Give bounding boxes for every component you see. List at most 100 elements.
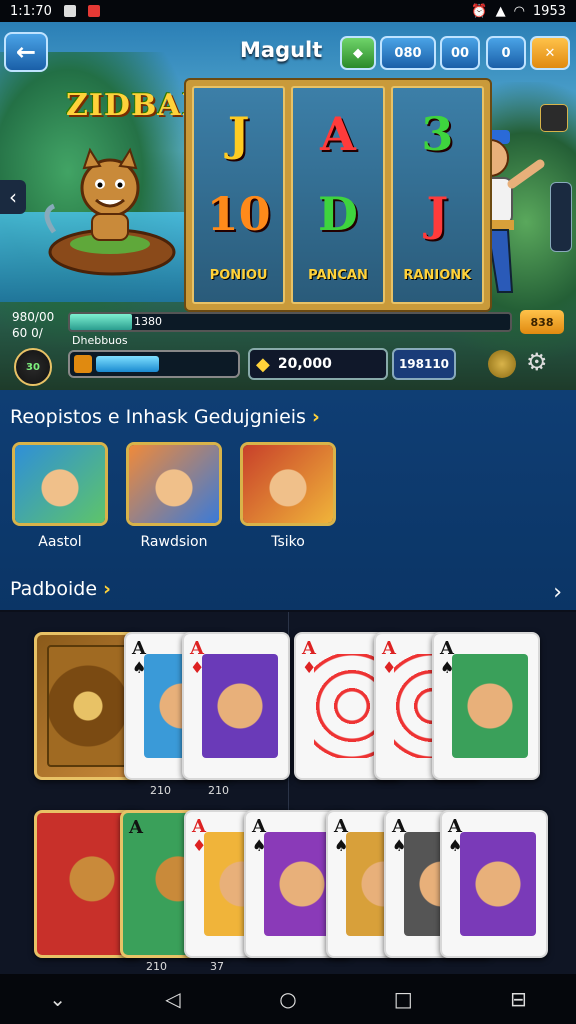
chevron-right-icon: › (312, 406, 320, 428)
energy-icon (74, 355, 92, 373)
energy-fill (96, 356, 159, 372)
cards-area: A ♠ 210 A ♦ 210 A ♦ A ♦ A ♠ A 210 A ♦ 37 A ♠ A ♠ A ♠ A ♠ (0, 612, 576, 974)
reel-symbol-middle: D (318, 187, 358, 242)
top-button-2[interactable]: 00 (440, 36, 480, 70)
xp-progress-fill (70, 314, 132, 330)
see-all-arrow-button[interactable]: › (553, 580, 562, 605)
energy-bar (68, 350, 240, 378)
card-label: 210 (208, 784, 229, 797)
reel-symbol-top: J (227, 107, 250, 162)
card-suit-icon: ♦ (382, 658, 397, 677)
spin-button[interactable] (488, 350, 516, 378)
card-label: 210 (150, 784, 171, 797)
game-thumbnail-2[interactable] (126, 442, 222, 526)
corner-menu-button[interactable] (540, 104, 568, 132)
top-button-1[interactable]: 080 (380, 36, 436, 70)
slot-reels: J 10 PONIOU A D PANCAN 3 J RANIONK (186, 80, 490, 310)
card-art (460, 832, 536, 936)
signal-icon: ▲ (495, 3, 506, 19)
playing-card[interactable]: A ♠ (432, 632, 540, 780)
status-right-text: 1953 (532, 3, 566, 19)
card-rank: A (132, 638, 146, 659)
coin-balance: ◆ 20,000 (248, 348, 388, 380)
close-button[interactable]: ✕ (530, 36, 570, 70)
arrow-left-icon: ← (15, 38, 37, 66)
close-icon: ✕ (544, 45, 556, 61)
card-art (55, 833, 129, 935)
top-button-3[interactable]: 0 (486, 36, 526, 70)
stat-line-1: 980/00 (12, 310, 55, 324)
gear-icon[interactable]: ⚙ (526, 348, 548, 376)
level-badge[interactable]: 30 (14, 348, 52, 386)
alert-icon (87, 5, 100, 17)
recents-nav-icon[interactable]: □ (383, 987, 423, 1011)
card-art (202, 654, 278, 758)
card-rank: A (334, 816, 348, 837)
card-suit-icon: ♠ (252, 836, 267, 855)
game-top-bar: ← Magult ◆ 080 00 0 ✕ (0, 30, 576, 74)
wifi-icon: ◠ (513, 3, 525, 19)
card-rank: A (190, 638, 204, 659)
reel-symbol-top: 3 (421, 107, 454, 162)
card-suit-icon: ♠ (440, 658, 455, 677)
reel-2: A D PANCAN (291, 86, 385, 304)
status-bar: 1:1:70 ⏰ ▲ ◠ 1953 (0, 0, 576, 22)
card-suit-icon: ♦ (192, 836, 207, 855)
slot-game-panel: ← Magult ◆ 080 00 0 ✕ ZIDBAIUS ‹ J 10 PO… (0, 22, 576, 390)
card-suit-icon: ♠ (334, 836, 349, 855)
thumbnail-label-2: Rawdsion (140, 534, 208, 550)
reel-symbol-middle: 10 (206, 187, 271, 242)
thumbnail-label-3: Tsiko (271, 534, 305, 550)
game-thumbnail-1[interactable] (12, 442, 108, 526)
collect-button[interactable]: 838 (520, 310, 564, 334)
side-menu-handle[interactable] (550, 182, 572, 252)
left-stats: 980/00 60 0/ (12, 309, 54, 341)
bet-button[interactable]: 198110 (392, 348, 456, 380)
chevron-down-icon[interactable]: ⌄ (38, 987, 78, 1011)
thumbnail-art (15, 445, 105, 523)
back-nav-icon[interactable]: ◁ (153, 987, 193, 1011)
card-label: 210 (146, 960, 167, 973)
balance-value: 20,000 (277, 356, 332, 372)
featured-section: Reopistos e Inhask Gedujgnieis › Aastol … (0, 390, 576, 610)
card-suit-icon: ♠ (392, 836, 407, 855)
stat-line-2: 60 0/ (12, 326, 43, 340)
screenshot-icon[interactable]: ⊟ (498, 987, 538, 1011)
card-rank: A (192, 816, 206, 837)
card-art (47, 645, 129, 767)
home-nav-icon[interactable]: ○ (268, 987, 308, 1011)
featured-title-text: Reopistos e Inhask Gedujgnieis (10, 406, 306, 428)
cards-section-title: Padboide › (10, 578, 111, 600)
card-suit-icon: ♠ (448, 836, 463, 855)
diamond-icon: ◆ (256, 353, 270, 375)
thumbnail-art (243, 445, 333, 523)
alarm-icon: ⏰ (471, 3, 488, 19)
reel-3: 3 J RANIONK (390, 86, 484, 304)
status-time: 1:1:70 (10, 3, 52, 19)
reel-symbol-top: A (320, 107, 356, 162)
reel-symbol-middle: J (426, 187, 449, 242)
card-rank: A (129, 817, 143, 838)
playing-card[interactable]: A ♦ (182, 632, 290, 780)
gem-icon: ◆ (353, 45, 363, 61)
thumbnail-label-1: Aastol (38, 534, 82, 550)
gem-button[interactable]: ◆ (340, 36, 376, 70)
card-suit-icon: ♠ (132, 658, 147, 677)
cards-title-text: Padboide (10, 578, 98, 600)
card-rank: A (392, 816, 406, 837)
thumbnail-art (129, 445, 219, 523)
card-rank: A (302, 638, 316, 659)
card-suit-icon: ♦ (190, 658, 205, 677)
card-label: 37 (210, 960, 224, 973)
game-thumbnail-3[interactable] (240, 442, 336, 526)
reel-caption: PANCAN (308, 267, 368, 283)
previous-arrow-button[interactable]: ‹ (0, 180, 26, 214)
back-button[interactable]: ← (4, 32, 48, 72)
reel-1: J 10 PONIOU (192, 86, 286, 304)
system-nav-bar: ⌄ ◁ ○ □ ⊟ (0, 974, 576, 1024)
playing-card[interactable]: A ♠ (440, 810, 548, 958)
xp-progress-label: 1380 (134, 315, 162, 328)
chevron-right-icon: › (103, 578, 111, 600)
card-rank: A (252, 816, 266, 837)
game-title: Magult (240, 38, 323, 62)
